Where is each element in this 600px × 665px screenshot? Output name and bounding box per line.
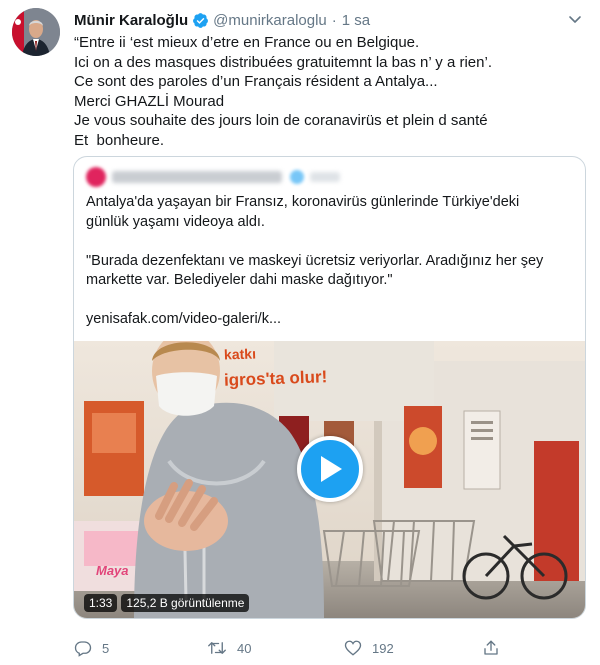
- tweet-text-line: Ici on a des masques distribuées gratuit…: [74, 53, 492, 71]
- chevron-down-icon[interactable]: [564, 8, 586, 30]
- store-sign-main: igros'ta olur!: [223, 367, 328, 390]
- quoted-text-line: günlük yaşamı videoya aldı.: [86, 213, 265, 230]
- verified-badge-icon: [192, 12, 209, 29]
- tweet-text: “Entre ii ‘est mieux d’etre en France ou…: [74, 33, 574, 150]
- retweet-count: 40: [237, 640, 252, 656]
- quoted-tweet-header-blurred: [86, 167, 340, 187]
- quoted-text-line: Antalya'da yaşayan bir Fransız, koronavi…: [86, 194, 520, 210]
- tweet-text-line: Merci GHAZLİ Mourad: [74, 92, 225, 110]
- author-name[interactable]: Münir Karaloğlu: [74, 12, 188, 29]
- avatar[interactable]: [12, 8, 60, 56]
- view-count: 125,2 B görüntülenme: [121, 594, 250, 612]
- reply-icon: [74, 641, 92, 657]
- product-box-label: Maya: [96, 563, 129, 578]
- quoted-tweet-card[interactable]: Antalya'da yaşayan bir Fransız, koronavi…: [73, 156, 586, 619]
- quoted-link[interactable]: yenisafak.com/video-galeri/k...: [86, 310, 566, 330]
- tweet-header: Münir Karaloğlu @munirkaraloglu · 1 sa: [74, 10, 588, 30]
- tweet-text-line: Je vous souhaite des jours loin de coran…: [74, 112, 488, 129]
- quoted-text-line: "Burada dezenfektanı ve maskeyi ücretsiz…: [86, 252, 544, 269]
- share-icon: [484, 640, 498, 655]
- timestamp[interactable]: 1 sa: [342, 12, 370, 29]
- quoted-verified-badge-icon: [290, 170, 304, 184]
- retweet-icon: [208, 642, 226, 654]
- share-button[interactable]: [482, 639, 500, 657]
- like-button[interactable]: 192: [344, 639, 394, 657]
- tweet-actions: 5 40 192: [74, 638, 534, 658]
- tweet: Münir Karaloğlu @munirkaraloglu · 1 sa “…: [0, 0, 600, 665]
- video-player[interactable]: katkı igros'ta olur! Maya 1:33 125,2 B g…: [74, 341, 585, 618]
- retweet-button[interactable]: 40: [207, 639, 251, 657]
- like-count: 192: [372, 640, 394, 656]
- play-icon: [321, 456, 342, 482]
- author-handle[interactable]: @munirkaraloglu: [213, 12, 327, 29]
- play-button[interactable]: [297, 436, 363, 502]
- reply-button[interactable]: 5: [74, 639, 109, 657]
- heart-icon: [344, 640, 362, 656]
- quoted-avatar: [86, 167, 106, 187]
- video-duration: 1:33: [84, 594, 118, 612]
- reply-count: 5: [102, 640, 110, 656]
- video-info-badges: 1:33 125,2 B görüntülenme: [84, 594, 250, 612]
- quoted-handle-blurred: [310, 172, 340, 182]
- quoted-text-line: markette var. Belediyeler dahi maske dağ…: [86, 272, 393, 288]
- tweet-text-line: Ce sont des paroles d’un Français réside…: [74, 73, 438, 90]
- quoted-tweet-text: Antalya'da yaşayan bir Fransız, koronavi…: [86, 193, 566, 330]
- store-sign: katkı: [223, 345, 257, 363]
- quoted-author-name-blurred: [112, 171, 282, 183]
- tweet-text-line: Et bonheure.: [74, 131, 165, 149]
- tweet-text-line: “Entre ii ‘est mieux d’etre en France ou…: [74, 34, 420, 51]
- separator-dot: ·: [331, 11, 337, 29]
